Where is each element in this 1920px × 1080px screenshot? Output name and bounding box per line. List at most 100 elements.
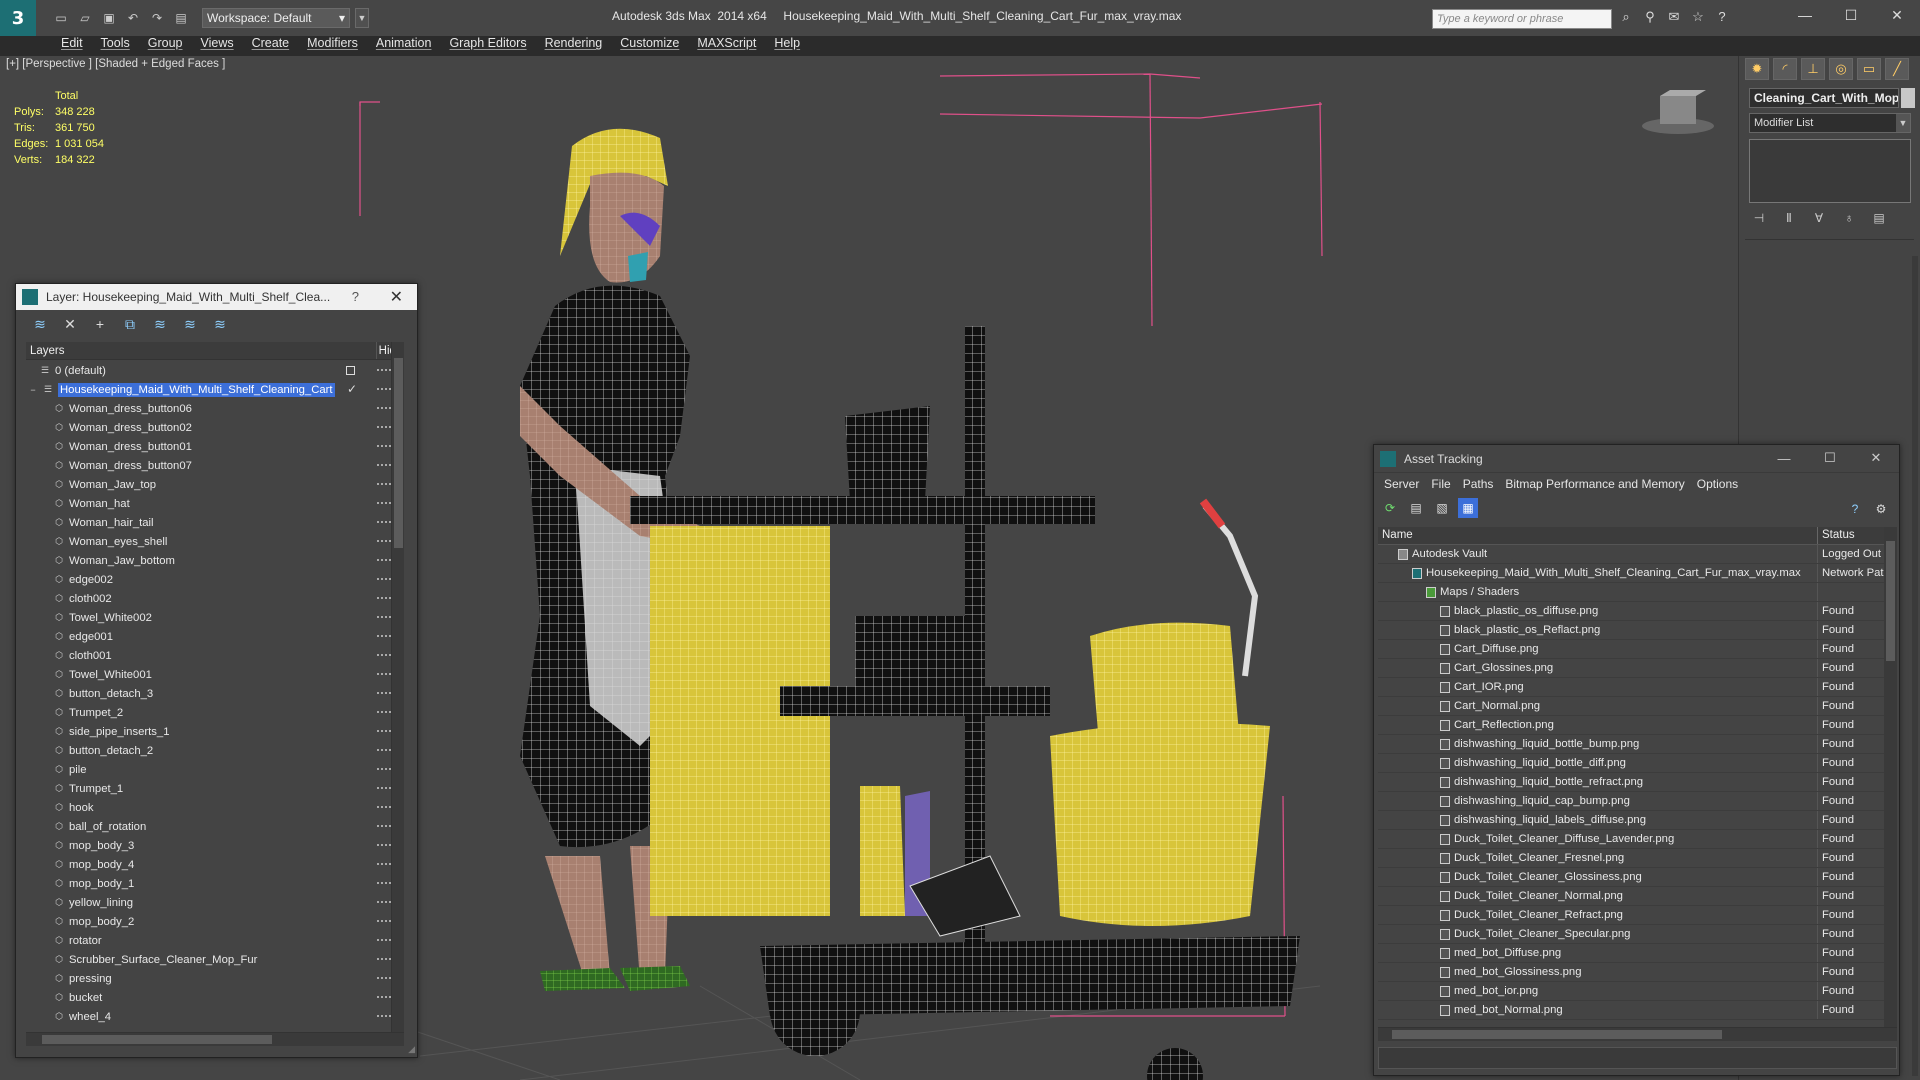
maximize-button[interactable]: ☐ [1828,0,1874,30]
menu-help[interactable]: Help [765,36,809,50]
menu-customize[interactable]: Customize [611,36,688,50]
asset-row[interactable]: Maps / Shaders [1378,583,1884,602]
search-input[interactable]: Type a keyword or phrase [1432,9,1612,29]
menu-views[interactable]: Views [191,36,242,50]
asset-menu-server[interactable]: Server [1378,477,1425,491]
menu-graph-editors[interactable]: Graph Editors [440,36,535,50]
layer-object-row[interactable]: ⬡ ball_of_rotation [26,817,404,836]
asset-horizontal-scrollbar[interactable] [1378,1027,1897,1041]
pin-stack-icon[interactable]: ⊣ [1749,211,1769,229]
column-status[interactable]: Status [1817,527,1884,544]
layer-list-horizontal-scrollbar[interactable] [26,1032,404,1046]
help-icon[interactable]: ? [1714,9,1730,27]
hierarchy-tab-icon[interactable]: ⊥ [1801,58,1825,80]
asset-row[interactable]: black_plastic_os_Reflact.png Found [1378,621,1884,640]
hide-toggle[interactable] [377,901,391,903]
hide-toggle[interactable] [377,882,391,884]
utilities-tab-icon[interactable]: ╱ [1885,58,1909,80]
modifier-stack[interactable] [1749,139,1911,203]
save-icon[interactable]: ▣ [100,10,118,26]
asset-row[interactable]: dishwashing_liquid_labels_diffuse.png Fou… [1378,811,1884,830]
remove-modifier-icon[interactable]: ♁ [1839,211,1859,229]
menu-animation[interactable]: Animation [367,36,441,50]
layer-object-row[interactable]: ⬡ Woman_eyes_shell [26,532,404,551]
layer-object-row[interactable]: ⬡ Woman_hat [26,494,404,513]
layer-object-row[interactable]: ⬡ cloth002 [26,589,404,608]
layer-object-row[interactable]: ⬡ Trumpet_1 [26,779,404,798]
hide-toggle[interactable] [377,369,391,371]
asset-dialog-titlebar[interactable]: Asset Tracking — ☐ ✕ [1374,445,1899,473]
make-unique-icon[interactable]: ∀ [1809,211,1829,229]
configure-modifier-sets-icon[interactable]: ▤ [1869,211,1889,229]
favorites-star-icon[interactable]: ☆ [1690,9,1706,27]
layer-object-row[interactable]: ⬡ Towel_White001 [26,665,404,684]
layer-object-row[interactable]: ⬡ mop_body_1 [26,874,404,893]
binoculars-icon[interactable]: ⌕ [1618,9,1634,27]
asset-menu-paths[interactable]: Paths [1457,477,1500,491]
layer-object-row[interactable]: ⬡ Woman_hair_tail [26,513,404,532]
asset-row[interactable]: Cart_Reflection.png Found [1378,716,1884,735]
layer-selected-row[interactable]: − ☰ Housekeeping_Maid_With_Multi_Shelf_C… [26,380,404,399]
hide-toggle[interactable] [377,673,391,675]
new-file-icon[interactable]: ▭ [52,10,70,26]
modify-tab-icon[interactable]: ◜ [1773,58,1797,80]
hide-toggle[interactable] [377,559,391,561]
motion-tab-icon[interactable]: ◎ [1829,58,1853,80]
layer-object-row[interactable]: ⬡ Trumpet_2 [26,703,404,722]
minimize-button[interactable]: — [1782,0,1828,30]
workspace-selector[interactable]: Workspace: Default ▾ [202,8,350,28]
asset-row[interactable]: dishwashing_liquid_bottle_bump.png Found [1378,735,1884,754]
hide-toggle[interactable] [377,1015,391,1017]
hide-toggle[interactable] [377,464,391,466]
workspace-dropdown-button[interactable]: ▼ [355,8,369,28]
layer-object-row[interactable]: ⬡ wheel_3 [26,1026,404,1032]
hide-toggle[interactable] [377,977,391,979]
layer-dialog-titlebar[interactable]: Layer: Housekeeping_Maid_With_Multi_Shel… [16,284,417,310]
hide-toggle[interactable] [377,407,391,409]
layer-object-row[interactable]: ⬡ Woman_dress_button06 [26,399,404,418]
asset-vertical-scrollbar[interactable] [1884,527,1897,1027]
hide-toggle[interactable] [377,616,391,618]
layer-object-row[interactable]: ⬡ cloth001 [26,646,404,665]
help-button[interactable]: ? [352,289,359,304]
layer-object-row[interactable]: ⬡ rotator [26,931,404,950]
hide-toggle[interactable] [377,426,391,428]
checkmark-icon[interactable]: ✓ [347,382,357,396]
close-icon[interactable]: ✕ [390,287,403,307]
menu-create[interactable]: Create [243,36,299,50]
communication-icon[interactable]: ✉ [1666,9,1682,27]
hide-toggle[interactable] [377,806,391,808]
minimize-button[interactable]: — [1761,445,1807,471]
collapse-icon[interactable]: − [28,385,38,395]
help-icon[interactable]: ? [1845,499,1865,519]
menu-tools[interactable]: Tools [92,36,139,50]
command-panel-scrollbar[interactable] [1912,256,1918,1076]
asset-row[interactable]: med_bot_Diffuse.png Found [1378,944,1884,963]
layer-object-row[interactable]: ⬡ Woman_Jaw_bottom [26,551,404,570]
scrollbar-thumb[interactable] [1886,541,1895,661]
hide-toggle[interactable] [377,749,391,751]
asset-row[interactable]: Duck_Toilet_Cleaner_Specular.png Found [1378,925,1884,944]
scrollbar-thumb[interactable] [1392,1030,1722,1039]
hide-toggle[interactable] [377,388,391,390]
scrollbar-thumb[interactable] [42,1035,272,1044]
select-objects-icon[interactable]: ⧉ [120,316,140,334]
modifier-list-dropdown[interactable]: Modifier List ▼ [1749,113,1911,133]
asset-menu-file[interactable]: File [1425,477,1456,491]
hide-toggle[interactable] [377,521,391,523]
layer-object-row[interactable]: ⬡ Woman_dress_button02 [26,418,404,437]
hide-toggle[interactable] [377,578,391,580]
layer-object-row[interactable]: ⬡ mop_body_3 [26,836,404,855]
resize-grip-icon[interactable]: ◢ [408,1044,415,1055]
hide-toggle[interactable] [377,958,391,960]
asset-row[interactable]: Duck_Toilet_Cleaner_Glossiness.png Found [1378,868,1884,887]
layer-object-row[interactable]: ⬡ button_detach_3 [26,684,404,703]
active-layer-toggle[interactable] [346,366,355,375]
open-file-icon[interactable]: ▱ [76,10,94,26]
hide-toggle[interactable] [377,635,391,637]
hide-toggle[interactable] [377,863,391,865]
asset-row[interactable]: med_bot_Glossiness.png Found [1378,963,1884,982]
list-view-icon[interactable]: ▤ [1406,498,1426,518]
hide-toggle[interactable] [377,483,391,485]
asset-row[interactable]: Duck_Toilet_Cleaner_Normal.png Found [1378,887,1884,906]
